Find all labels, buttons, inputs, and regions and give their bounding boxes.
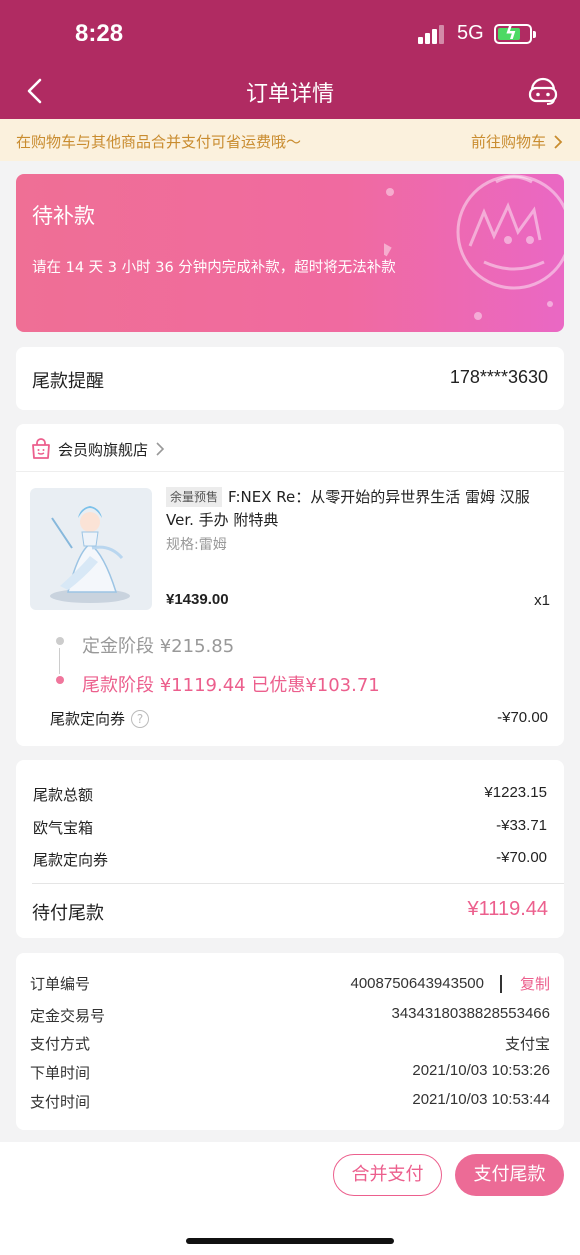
order-info: 订单编号 4008750643943500 复制 定金交易号 343431803… [16, 953, 564, 1130]
promo-message: 在购物车与其他商品合并支付可省运费哦～ [16, 133, 302, 151]
chevron-right-icon [554, 134, 563, 149]
status-bar: 8:28 5G ϟ [0, 0, 580, 66]
deposit-tx-label: 定金交易号 [30, 1007, 106, 1025]
deposit-stage: 定金阶段 ¥215.85 [82, 636, 235, 657]
promo-strip: 在购物车与其他商品合并支付可省运费哦～ 前往购物车 [0, 119, 580, 161]
stage-dot-final [56, 676, 64, 684]
order-card: 会员购旗舰店 余量预售 F:NEX Re：从零开始的异世界生活 雷姆 汉服Ver.… [16, 424, 564, 746]
nav-bar: 订单详情 [0, 66, 580, 119]
shop-link[interactable]: 会员购旗舰店 [30, 436, 166, 462]
summary-label: 尾款总额 [33, 786, 94, 804]
pay-final-button[interactable]: 支付尾款 [455, 1154, 564, 1196]
merge-pay-button[interactable]: 合并支付 [333, 1154, 442, 1196]
help-icon[interactable]: ? [131, 709, 150, 728]
copy-button[interactable]: 复制 [520, 973, 550, 994]
stage-connector [59, 648, 60, 674]
product-spec: 规格:雷姆 [166, 537, 227, 553]
reminder-label: 尾款提醒 [32, 371, 104, 392]
coupon-row: 尾款定向券 ? [50, 708, 150, 729]
order-time-row: 下单时间 2021/10/03 10:53:26 [30, 1062, 550, 1083]
deposit-tx-row: 定金交易号 3434318038828553466 [30, 1005, 550, 1026]
order-number: 4008750643943500 [350, 975, 484, 992]
figure-illustration [50, 506, 130, 603]
summary-value: ¥1223.15 [484, 784, 547, 801]
divider [32, 883, 564, 884]
summary-label: 欧气宝箱 [33, 819, 94, 837]
separator [499, 974, 502, 993]
coupon-value: -¥70.00 [497, 709, 548, 726]
amount-due-value: ¥1119.44 [467, 898, 548, 920]
page-title: 订单详情 [245, 82, 334, 107]
product-image[interactable] [30, 488, 152, 610]
pay-time-label: 支付时间 [30, 1093, 91, 1111]
pay-method-label: 支付方式 [30, 1035, 91, 1053]
go-to-cart-label: 前往购物车 [470, 133, 546, 151]
divider [16, 471, 564, 472]
order-number-label: 订单编号 [30, 975, 91, 993]
network-type: 5G [457, 22, 484, 44]
summary-row-coupon: 尾款定向券 -¥70.00 [33, 849, 547, 870]
pay-time: 2021/10/03 10:53:44 [412, 1091, 550, 1108]
shop-name: 会员购旗舰店 [58, 440, 149, 459]
coupon-label: 尾款定向券 [50, 710, 126, 728]
customer-service-button[interactable] [526, 72, 560, 106]
final-payment-reminder[interactable]: 尾款提醒 178****3630 [16, 347, 564, 410]
order-status-banner: 待补款 请在 14 天 3 小时 36 分钟内完成补款，超时将无法补款 [16, 174, 564, 332]
mascot-illustration [384, 174, 564, 320]
product-price: ¥1439.00 [166, 591, 229, 608]
pay-method-row: 支付方式 支付宝 [30, 1033, 550, 1054]
go-to-cart-link[interactable]: 前往购物车 [471, 131, 564, 152]
order-status: 待补款 [32, 204, 95, 228]
summary-value: -¥70.00 [496, 849, 547, 866]
product-title[interactable]: 余量预售 F:NEX Re：从零开始的异世界生活 雷姆 汉服Ver. 手办 附特典 [166, 486, 550, 532]
customer-service-icon [528, 77, 558, 105]
order-time-label: 下单时间 [30, 1064, 91, 1082]
deposit-tx: 3434318038828553466 [391, 1005, 550, 1022]
order-status-description: 请在 14 天 3 小时 36 分钟内完成补款，超时将无法补款 [32, 260, 396, 276]
pay-time-row: 支付时间 2021/10/03 10:53:44 [30, 1091, 550, 1112]
home-indicator[interactable] [186, 1238, 394, 1244]
presale-tag: 余量预售 [166, 487, 223, 507]
summary-row-total: 尾款总额 ¥1223.15 [33, 784, 547, 805]
signal-icon [418, 24, 446, 44]
stage-dot-deposit [56, 637, 64, 645]
amount-due-label: 待付尾款 [32, 903, 104, 924]
final-stage: 尾款阶段 ¥1119.44 已优惠¥103.71 [82, 675, 380, 696]
shop-bag-icon [32, 438, 50, 459]
product-quantity: x1 [534, 592, 550, 609]
pay-method: 支付宝 [504, 1036, 550, 1053]
payment-summary: 尾款总额 ¥1223.15 欧气宝箱 -¥33.71 尾款定向券 -¥70.00… [16, 760, 564, 938]
summary-value: -¥33.71 [496, 817, 547, 834]
status-time: 8:28 [75, 20, 124, 47]
chevron-right-icon [156, 442, 165, 456]
summary-label: 尾款定向券 [33, 851, 109, 869]
order-time: 2021/10/03 10:53:26 [412, 1062, 550, 1079]
reminder-phone: 178****3630 [449, 367, 548, 387]
bottom-action-bar: 合并支付 支付尾款 [0, 1142, 580, 1255]
order-number-row: 订单编号 4008750643943500 复制 [30, 973, 550, 994]
summary-row-lucky-box: 欧气宝箱 -¥33.71 [33, 817, 547, 838]
battery-icon: ϟ [494, 23, 536, 44]
